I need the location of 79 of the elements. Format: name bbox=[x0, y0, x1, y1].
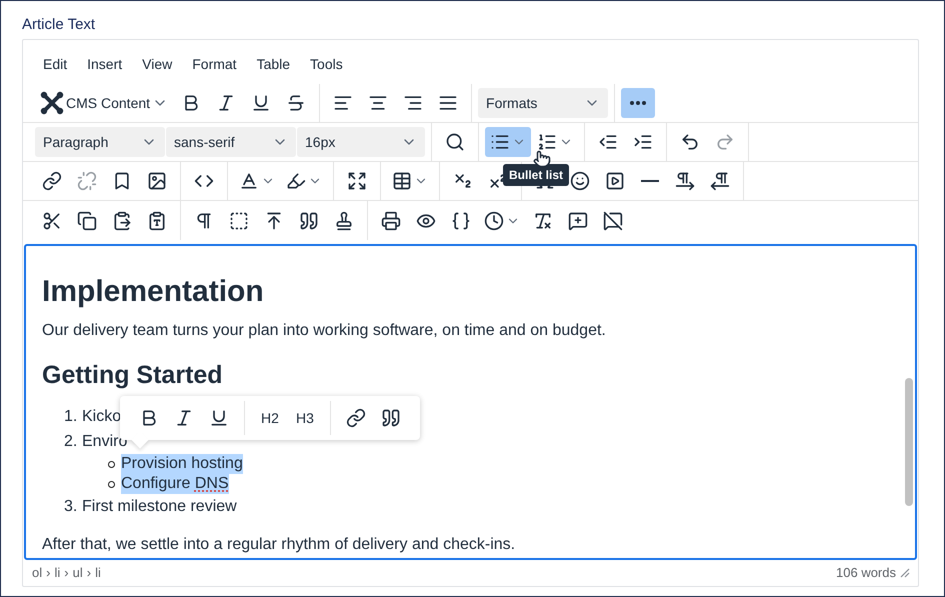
block-format-select[interactable]: Paragraph bbox=[35, 127, 165, 157]
menu-item[interactable]: Tools bbox=[302, 52, 351, 76]
unlink-icon bbox=[77, 171, 97, 191]
heading: Getting Started bbox=[42, 360, 224, 390]
word-count: 106 words bbox=[836, 565, 896, 580]
menu-item[interactable]: Table bbox=[248, 52, 298, 76]
table-icon bbox=[392, 171, 412, 191]
cut-icon bbox=[42, 210, 62, 230]
quote-icon bbox=[299, 210, 319, 230]
element-path-item[interactable]: ul bbox=[72, 565, 84, 580]
list-number: 3. bbox=[64, 497, 78, 517]
path-separator: › bbox=[63, 565, 70, 580]
selected-text: Provision hosting bbox=[121, 454, 243, 474]
dashed-square-icon bbox=[229, 210, 249, 230]
copy-icon bbox=[77, 210, 97, 230]
heading-button[interactable]: H3 bbox=[288, 403, 322, 433]
list-number: 1. bbox=[64, 407, 78, 427]
element-path-item[interactable]: li bbox=[94, 565, 102, 580]
path-separator: › bbox=[45, 565, 52, 580]
element-path-item[interactable]: ol bbox=[31, 565, 44, 580]
add-comment-icon bbox=[568, 210, 588, 230]
link-icon bbox=[346, 408, 366, 428]
fullscreen-icon bbox=[347, 171, 367, 191]
list-number: 2. bbox=[64, 432, 78, 452]
menu-item[interactable]: Insert bbox=[79, 52, 130, 76]
more-button[interactable] bbox=[621, 88, 656, 118]
image-icon bbox=[147, 171, 167, 191]
path-separator: › bbox=[86, 565, 92, 580]
menu-item[interactable]: View bbox=[134, 52, 180, 76]
menu-item[interactable]: Format bbox=[184, 52, 245, 76]
media-icon bbox=[605, 171, 625, 191]
clear-formatting-icon bbox=[533, 210, 553, 230]
remove-comment-icon bbox=[603, 210, 623, 230]
bullet-marker bbox=[108, 480, 115, 488]
highlighter-icon bbox=[286, 171, 306, 191]
more-icon bbox=[630, 101, 646, 105]
underline-icon bbox=[209, 408, 229, 428]
braces-icon bbox=[451, 210, 471, 230]
logo-icon bbox=[40, 91, 64, 115]
bullet-list-button[interactable] bbox=[485, 127, 531, 157]
font-size-select[interactable]: 16px bbox=[297, 127, 425, 157]
horizontal-line-icon bbox=[641, 180, 659, 182]
font-select[interactable]: sans-serif bbox=[166, 127, 296, 157]
hand-cursor-icon bbox=[533, 150, 551, 168]
paste-text-icon bbox=[147, 210, 167, 230]
paragraph: Our delivery team turns your plan into working software, on time and on budget. bbox=[42, 321, 607, 341]
list-item: Kicko bbox=[82, 407, 122, 427]
quote-icon bbox=[381, 408, 401, 428]
tooltip: Bullet list bbox=[503, 164, 570, 186]
link-icon bbox=[42, 171, 62, 191]
pilcrow-right-icon bbox=[675, 171, 695, 191]
resize-handle-icon[interactable] bbox=[900, 568, 910, 578]
undo-icon bbox=[680, 132, 700, 152]
text-color-icon bbox=[239, 171, 259, 191]
underline-icon bbox=[251, 93, 272, 113]
element-path-item[interactable]: li bbox=[53, 565, 62, 580]
paragraph: After that, we settle into a regular rhythm of delivery and check-ins. bbox=[42, 535, 516, 555]
redo-icon bbox=[715, 132, 735, 152]
editor-content[interactable] bbox=[24, 244, 917, 560]
style-menu-button[interactable]: CMS Content bbox=[35, 88, 174, 118]
bullet-marker bbox=[108, 460, 115, 468]
heading: Implementation bbox=[42, 274, 265, 310]
list-item: Enviro bbox=[82, 432, 128, 452]
menu-item[interactable]: Edit bbox=[35, 52, 76, 76]
search-icon bbox=[445, 132, 465, 152]
field-label: Article Text bbox=[22, 15, 96, 35]
print-icon bbox=[381, 210, 401, 230]
list-item: First milestone review bbox=[82, 497, 237, 517]
numbered-list-icon bbox=[537, 132, 557, 152]
formats-select[interactable]: Formats bbox=[478, 88, 608, 118]
paste-icon bbox=[112, 210, 132, 230]
stamp-icon bbox=[334, 210, 354, 230]
strikethrough-icon bbox=[286, 93, 306, 113]
clock-icon bbox=[484, 210, 504, 230]
smiley-icon bbox=[570, 171, 590, 191]
scrollbar-thumb[interactable] bbox=[905, 378, 913, 506]
heading-button[interactable]: H2 bbox=[253, 403, 287, 433]
selected-text: Configure DNS bbox=[121, 474, 229, 494]
pilcrow-left-icon bbox=[710, 171, 730, 191]
